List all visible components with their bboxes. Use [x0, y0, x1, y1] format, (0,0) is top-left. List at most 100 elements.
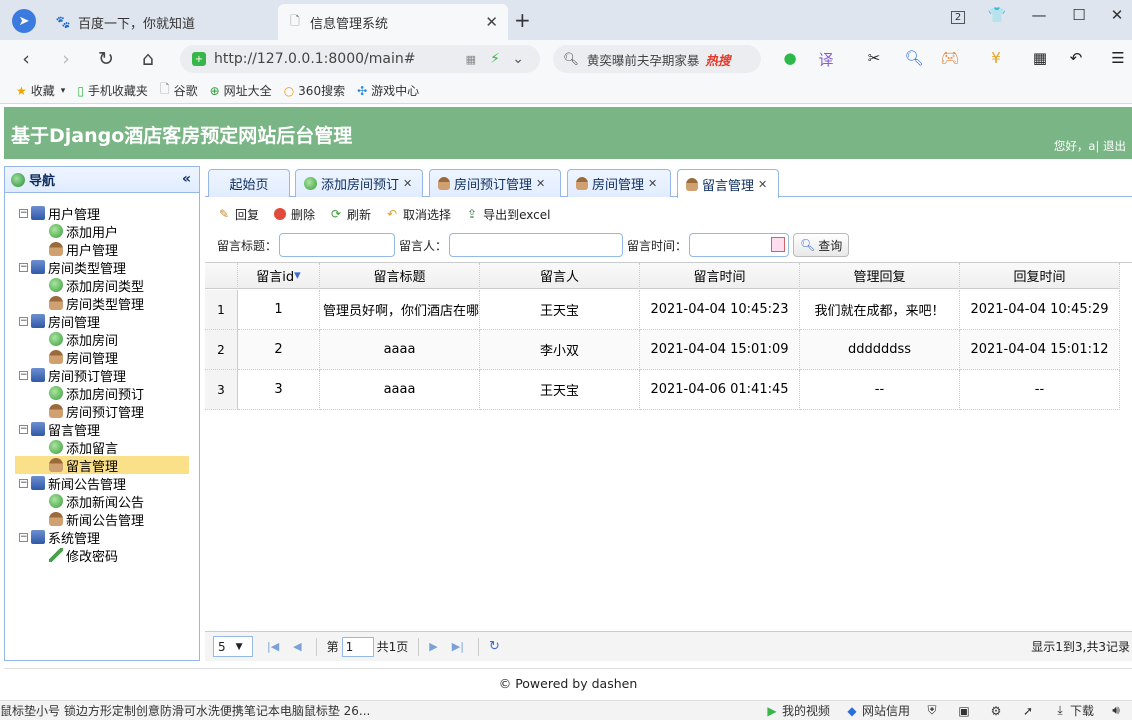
scissors-icon[interactable]: ✂ — [862, 49, 886, 67]
delete-button[interactable]: 删除 — [273, 206, 315, 223]
url-bar[interactable]: + http://127.0.0.1:8000/main# ▦ ⚡ ⌄ — [180, 45, 540, 73]
chat-icon[interactable]: ● — [778, 49, 802, 67]
collapse-toggle-icon[interactable]: − — [19, 316, 28, 326]
nav-item[interactable]: 用户管理 — [49, 240, 118, 259]
undo-icon[interactable]: ↶ — [1064, 49, 1088, 67]
browser-search-box[interactable]: 🔍︎ 黄奕曝前夫孕期家暴 热搜 — [553, 45, 761, 73]
column-header[interactable]: 留言id ▾ — [238, 263, 320, 289]
collapse-toggle-icon[interactable]: − — [19, 370, 28, 380]
back-icon[interactable]: ‹ — [14, 48, 38, 70]
bookmark-games[interactable]: ✣ 游戏中心 — [357, 82, 419, 99]
nav-item[interactable]: 新闻公告管理 — [49, 510, 144, 529]
browser-tab-system[interactable]: 🗋 信息管理系统 ✕ — [278, 4, 508, 40]
close-tab-icon[interactable]: ✕ — [485, 13, 498, 31]
time-filter-input[interactable] — [689, 233, 790, 257]
page-size-select[interactable]: 5 ▼ — [213, 636, 253, 657]
table-cell[interactable]: 2021-04-04 10:45:29 — [960, 290, 1120, 330]
title-filter-input[interactable] — [279, 233, 396, 257]
nav-group[interactable]: − 房间类型管理 — [19, 258, 126, 277]
nav-item[interactable]: 留言管理 — [15, 456, 189, 475]
table-cell[interactable]: aaaa — [320, 370, 480, 410]
column-header[interactable]: 留言时间 — [640, 263, 800, 289]
maximize-icon[interactable]: ☐ — [1066, 6, 1092, 24]
apps-icon[interactable]: ▦ — [1028, 49, 1052, 67]
table-cell[interactable]: 2021-04-04 15:01:12 — [960, 330, 1120, 370]
tab-home[interactable]: 起始页 — [208, 169, 290, 197]
first-page-icon[interactable]: |◀ — [267, 640, 279, 653]
nav-item[interactable]: 添加房间类型 — [49, 276, 144, 295]
reload-icon[interactable]: ↻ — [94, 48, 118, 70]
table-cell[interactable]: ddddddss — [800, 330, 960, 370]
download-link[interactable]: ⤓ 下载 — [1052, 702, 1094, 719]
nav-item[interactable]: 添加用户 — [49, 222, 118, 241]
search-ext-icon[interactable]: 🔍︎ — [902, 49, 926, 67]
video-link[interactable]: ▶ 我的视频 — [764, 702, 830, 719]
tab-room-manage[interactable]: 房间管理 ✕ — [567, 169, 671, 197]
nav-group[interactable]: − 用户管理 — [19, 204, 100, 223]
nav-item[interactable]: 添加房间预订 — [49, 384, 144, 403]
tab-count-icon[interactable]: 2 — [945, 6, 971, 24]
table-cell[interactable]: 王天宝 — [480, 290, 640, 330]
bookmark-360[interactable]: ○ 360搜索 — [284, 82, 345, 99]
column-header[interactable]: 管理回复 — [800, 263, 960, 289]
shield-status-icon[interactable]: ⛨ — [924, 703, 942, 718]
query-button[interactable]: 🔍︎ 查询 — [793, 233, 850, 257]
ad-text[interactable]: 鼠标垫小号 锁边方形定制创意防滑可水洗便携笔记本电脑鼠标垫 26... — [0, 702, 400, 719]
forward-icon[interactable]: › — [54, 48, 78, 70]
table-cell[interactable]: 李小双 — [480, 330, 640, 370]
game-icon[interactable]: 🎮︎ — [938, 49, 962, 67]
export-button[interactable]: ⇪ 导出到excel — [465, 206, 550, 223]
column-header[interactable]: 留言标题 — [320, 263, 480, 289]
bookmark-nav[interactable]: ⊕ 网址大全 — [210, 82, 272, 99]
collapse-toggle-icon[interactable]: − — [19, 208, 28, 218]
column-header[interactable]: 回复时间 — [960, 263, 1120, 289]
coupon-icon[interactable]: ¥ — [984, 49, 1008, 67]
nav-item[interactable]: 添加新闻公告 — [49, 492, 144, 511]
prev-page-icon[interactable]: ◀ — [293, 640, 301, 653]
qr-icon[interactable]: ▦ — [466, 53, 476, 66]
page-number-input[interactable]: 1 — [341, 636, 374, 657]
table-cell[interactable]: 1 — [238, 290, 320, 330]
reply-button[interactable]: ✎ 回复 — [217, 206, 259, 223]
collapse-icon[interactable]: « — [182, 171, 191, 187]
nav-item[interactable]: 添加留言 — [49, 438, 118, 457]
tab-message-manage[interactable]: 留言管理 ✕ — [677, 169, 779, 198]
translate-icon[interactable]: 译 — [814, 49, 838, 70]
collapse-toggle-icon[interactable]: − — [19, 262, 28, 272]
settings-icon[interactable]: ⚙ — [988, 704, 1006, 718]
chevron-down-icon[interactable]: ⌄ — [512, 51, 524, 67]
table-cell[interactable]: 2021-04-04 15:01:09 — [640, 330, 800, 370]
table-cell[interactable]: 我们就在成都，来吧！ — [800, 290, 960, 330]
table-cell[interactable]: -- — [800, 370, 960, 410]
shirt-icon[interactable]: 👕 — [984, 6, 1010, 24]
nav-item[interactable]: 房间预订管理 — [49, 402, 144, 421]
calendar-icon[interactable] — [771, 237, 786, 252]
greeting-logout[interactable]: 您好，a| 退出 — [1054, 138, 1126, 154]
home-icon[interactable]: ⌂ — [136, 48, 160, 70]
close-tab-icon[interactable]: ✕ — [648, 177, 657, 190]
menu-icon[interactable]: ☰ — [1106, 49, 1130, 67]
nav-group[interactable]: − 留言管理 — [19, 420, 100, 439]
nav-item[interactable]: 房间管理 — [49, 348, 118, 367]
rocket-icon[interactable]: ➚ — [1020, 704, 1038, 718]
next-page-icon[interactable]: ▶ — [429, 640, 437, 653]
bookmark-mobile[interactable]: ▯ 手机收藏夹 — [77, 82, 148, 99]
minimize-icon[interactable]: — — [1026, 6, 1052, 24]
collapse-toggle-icon[interactable]: − — [19, 478, 28, 488]
close-tab-icon[interactable]: ✕ — [758, 178, 767, 191]
table-cell[interactable]: 王天宝 — [480, 370, 640, 410]
close-window-icon[interactable]: ✕ — [1104, 6, 1130, 24]
tab-booking-manage[interactable]: 房间预订管理 ✕ — [429, 169, 561, 197]
nav-item[interactable]: 添加房间 — [49, 330, 118, 349]
browser-tab-baidu[interactable]: 🐾 百度一下，你就知道 — [46, 4, 274, 40]
new-tab-button[interactable]: + — [514, 8, 531, 32]
bookmark-google[interactable]: 🗋 谷歌 — [160, 80, 198, 101]
unselect-button[interactable]: ↶ 取消选择 — [385, 206, 451, 223]
table-cell[interactable]: 2021-04-06 01:41:45 — [640, 370, 800, 410]
volume-icon[interactable]: 🔊︎ — [1108, 703, 1126, 718]
nav-group[interactable]: − 房间预订管理 — [19, 366, 126, 385]
last-page-icon[interactable]: ▶| — [452, 640, 464, 653]
close-tab-icon[interactable]: ✕ — [403, 177, 412, 190]
image-icon[interactable]: ▣ — [956, 704, 974, 718]
collapse-toggle-icon[interactable]: − — [19, 532, 28, 542]
